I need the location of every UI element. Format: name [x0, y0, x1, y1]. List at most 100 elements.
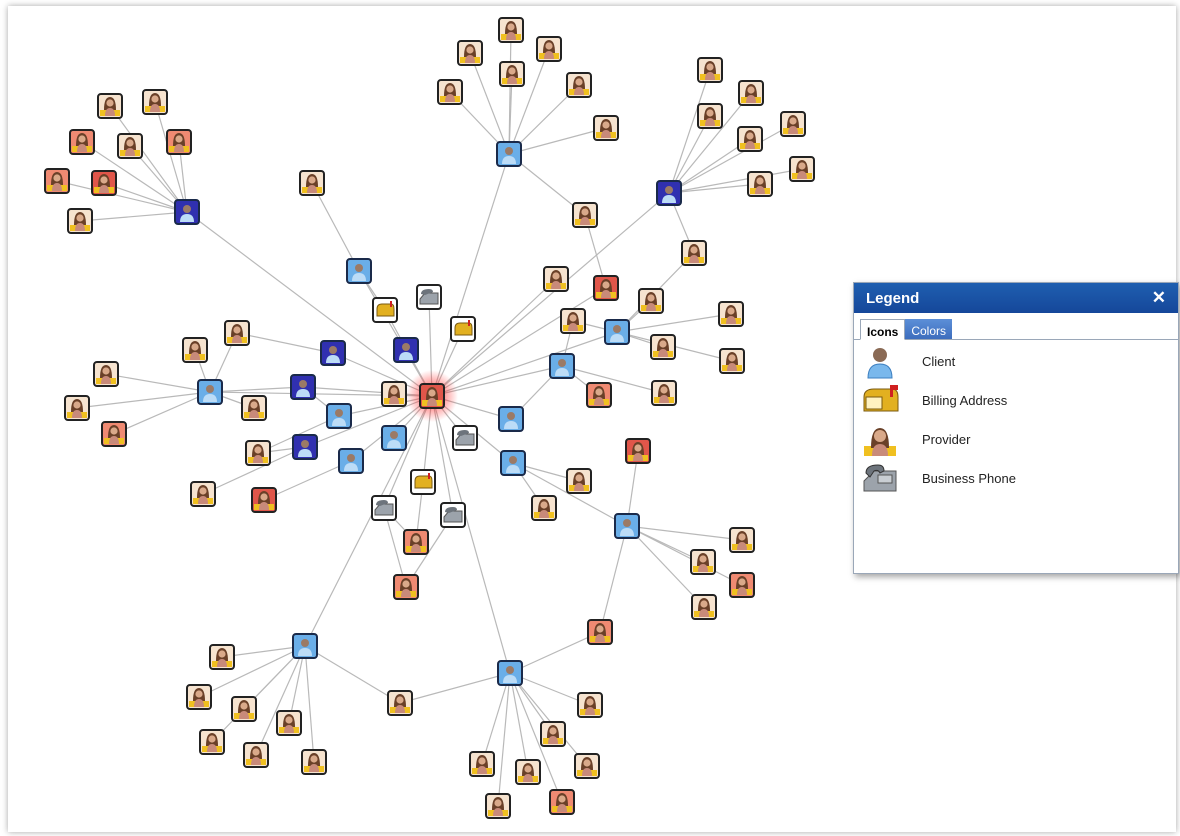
provider-node[interactable]: [681, 240, 707, 266]
client-node[interactable]: [320, 340, 346, 366]
provider-node[interactable]: [469, 751, 495, 777]
client-node[interactable]: [614, 513, 640, 539]
legend-header[interactable]: Legend ✕: [854, 283, 1178, 313]
provider-node[interactable]: [549, 789, 575, 815]
client-node[interactable]: [326, 403, 352, 429]
provider-node[interactable]: [729, 527, 755, 553]
client-node[interactable]: [338, 448, 364, 474]
client-node[interactable]: [197, 379, 223, 405]
provider-node[interactable]: [190, 481, 216, 507]
provider-node[interactable]: [91, 170, 117, 196]
provider-node[interactable]: [697, 57, 723, 83]
client-node[interactable]: [498, 406, 524, 432]
selected-provider-node[interactable]: [406, 370, 458, 422]
provider-node[interactable]: [101, 421, 127, 447]
client-node[interactable]: [290, 374, 316, 400]
provider-node[interactable]: [572, 202, 598, 228]
provider-node[interactable]: [44, 168, 70, 194]
network-graph-canvas[interactable]: Legend ✕ Icons Colors Client Billing Add…: [8, 6, 1179, 832]
provider-node[interactable]: [381, 381, 407, 407]
provider-node[interactable]: [593, 275, 619, 301]
legend-panel[interactable]: Legend ✕ Icons Colors Client Billing Add…: [853, 282, 1179, 574]
provider-node[interactable]: [199, 729, 225, 755]
provider-node[interactable]: [719, 348, 745, 374]
provider-node[interactable]: [166, 129, 192, 155]
provider-node[interactable]: [403, 529, 429, 555]
client-node[interactable]: [496, 141, 522, 167]
provider-node[interactable]: [515, 759, 541, 785]
client-node[interactable]: [346, 258, 372, 284]
provider-node[interactable]: [543, 266, 569, 292]
client-node[interactable]: [381, 425, 407, 451]
provider-node[interactable]: [67, 208, 93, 234]
provider-node[interactable]: [117, 133, 143, 159]
business-phone-node[interactable]: [416, 284, 442, 310]
provider-node[interactable]: [789, 156, 815, 182]
provider-node[interactable]: [69, 129, 95, 155]
tab-icons[interactable]: Icons: [860, 319, 906, 340]
provider-node[interactable]: [587, 619, 613, 645]
provider-node[interactable]: [638, 288, 664, 314]
provider-node[interactable]: [540, 721, 566, 747]
provider-node[interactable]: [231, 696, 257, 722]
billing-address-node[interactable]: [410, 469, 436, 495]
client-node[interactable]: [656, 180, 682, 206]
provider-node[interactable]: [747, 171, 773, 197]
provider-node[interactable]: [224, 320, 250, 346]
provider-node[interactable]: [243, 742, 269, 768]
client-node[interactable]: [292, 434, 318, 460]
provider-node[interactable]: [729, 572, 755, 598]
client-node[interactable]: [393, 337, 419, 363]
tab-colors[interactable]: Colors: [905, 319, 953, 339]
provider-node[interactable]: [387, 690, 413, 716]
provider-node[interactable]: [697, 103, 723, 129]
provider-node[interactable]: [498, 17, 524, 43]
provider-node[interactable]: [566, 468, 592, 494]
client-node[interactable]: [292, 633, 318, 659]
provider-node[interactable]: [650, 334, 676, 360]
close-icon[interactable]: ✕: [1152, 288, 1166, 308]
billing-address-node[interactable]: [450, 316, 476, 342]
provider-node[interactable]: [241, 395, 267, 421]
billing-address-node[interactable]: [372, 297, 398, 323]
provider-node[interactable]: [485, 793, 511, 819]
provider-node[interactable]: [97, 93, 123, 119]
provider-node[interactable]: [690, 549, 716, 575]
provider-node[interactable]: [586, 382, 612, 408]
provider-node[interactable]: [245, 440, 271, 466]
business-phone-node[interactable]: [452, 425, 478, 451]
provider-node[interactable]: [560, 308, 586, 334]
provider-node[interactable]: [625, 438, 651, 464]
provider-node[interactable]: [437, 79, 463, 105]
provider-node[interactable]: [251, 487, 277, 513]
provider-node[interactable]: [651, 380, 677, 406]
provider-node[interactable]: [718, 301, 744, 327]
business-phone-node[interactable]: [440, 502, 466, 528]
provider-node[interactable]: [142, 89, 168, 115]
provider-node[interactable]: [93, 361, 119, 387]
client-node[interactable]: [500, 450, 526, 476]
provider-node[interactable]: [566, 72, 592, 98]
client-node[interactable]: [497, 660, 523, 686]
provider-node[interactable]: [299, 170, 325, 196]
provider-node[interactable]: [499, 61, 525, 87]
provider-node[interactable]: [577, 692, 603, 718]
business-phone-node[interactable]: [371, 495, 397, 521]
provider-node[interactable]: [536, 36, 562, 62]
provider-node[interactable]: [64, 395, 90, 421]
provider-node[interactable]: [182, 337, 208, 363]
client-node[interactable]: [549, 353, 575, 379]
provider-node[interactable]: [593, 115, 619, 141]
provider-node[interactable]: [691, 594, 717, 620]
provider-node[interactable]: [574, 753, 600, 779]
provider-node[interactable]: [393, 574, 419, 600]
client-node[interactable]: [604, 319, 630, 345]
provider-node[interactable]: [209, 644, 235, 670]
provider-node[interactable]: [780, 111, 806, 137]
provider-node[interactable]: [738, 80, 764, 106]
client-node[interactable]: [174, 199, 200, 225]
provider-node[interactable]: [276, 710, 302, 736]
provider-node[interactable]: [186, 684, 212, 710]
provider-node[interactable]: [301, 749, 327, 775]
provider-node[interactable]: [737, 126, 763, 152]
